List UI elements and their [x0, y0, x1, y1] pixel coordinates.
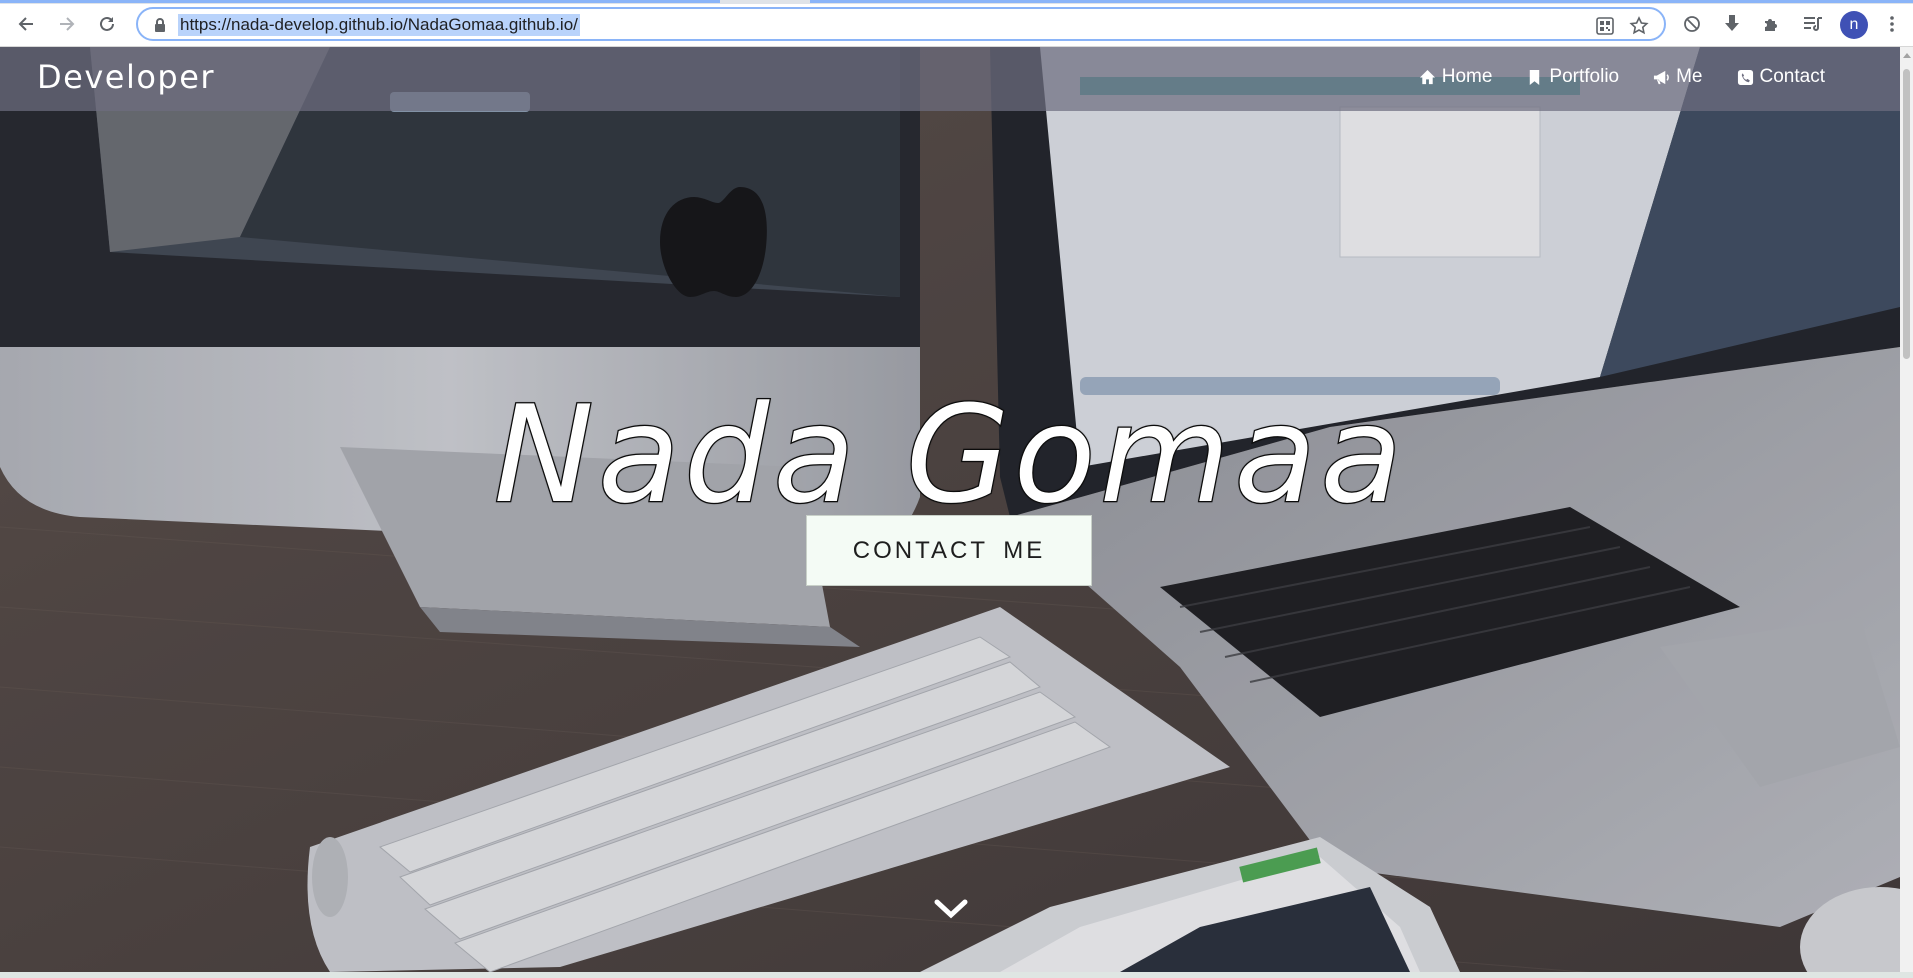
page-bottom-edge [0, 972, 1913, 978]
url-text[interactable]: https://nada-develop.github.io/NadaGomaa… [178, 14, 580, 36]
forward-arrow-icon[interactable] [52, 10, 82, 38]
download-icon[interactable] [1719, 11, 1745, 37]
nav-item-contact[interactable]: Contact [1737, 66, 1825, 88]
nav-item-label: Me [1676, 66, 1703, 87]
blocked-icon[interactable] [1679, 11, 1705, 37]
qr-code-icon[interactable] [1594, 15, 1616, 37]
site-brand[interactable]: Developer [37, 58, 215, 96]
page-scrollbar[interactable] [1900, 47, 1913, 972]
phone-icon [1737, 69, 1753, 85]
reading-list-icon[interactable] [1800, 11, 1826, 37]
bookmark-icon [1530, 69, 1540, 85]
chevron-down-icon[interactable] [933, 897, 969, 921]
home-icon [1419, 69, 1435, 84]
tab-indicator [810, 0, 1913, 3]
contact-me-button[interactable]: CONTACT ME [806, 515, 1092, 586]
scrollbar-thumb[interactable] [1903, 69, 1910, 359]
hero-title: Nada Gomaa [492, 376, 1407, 535]
web-page: Developer Home Portfolio Me Contact Nada… [0, 47, 1900, 972]
nav-item-me[interactable]: Me [1653, 66, 1703, 88]
nav-item-label: Home [1441, 66, 1493, 87]
nav-item-home[interactable]: Home [1419, 66, 1493, 88]
scroll-up-arrow-icon[interactable] [1903, 53, 1911, 58]
extensions-puzzle-icon[interactable] [1759, 11, 1785, 37]
bullhorn-icon [1654, 70, 1669, 84]
nav-item-portfolio[interactable]: Portfolio [1526, 66, 1619, 88]
tab-strip-edge [0, 0, 1913, 4]
tab-indicator [0, 0, 720, 3]
nav-item-label: Contact [1759, 66, 1825, 87]
browser-toolbar: https://nada-develop.github.io/NadaGomaa… [0, 0, 1913, 47]
profile-avatar[interactable]: n [1840, 11, 1868, 39]
nav-item-label: Portfolio [1549, 66, 1620, 87]
site-navbar: Developer Home Portfolio Me Contact [0, 47, 1900, 111]
back-arrow-icon[interactable] [11, 10, 41, 38]
lock-icon[interactable] [153, 17, 167, 33]
reload-icon[interactable] [92, 10, 122, 38]
nav-links: Home Portfolio Me Contact [1419, 66, 1825, 88]
bookmark-star-icon[interactable] [1628, 15, 1650, 37]
address-bar[interactable]: https://nada-develop.github.io/NadaGomaa… [136, 7, 1666, 41]
menu-dots-icon[interactable] [1879, 11, 1905, 37]
